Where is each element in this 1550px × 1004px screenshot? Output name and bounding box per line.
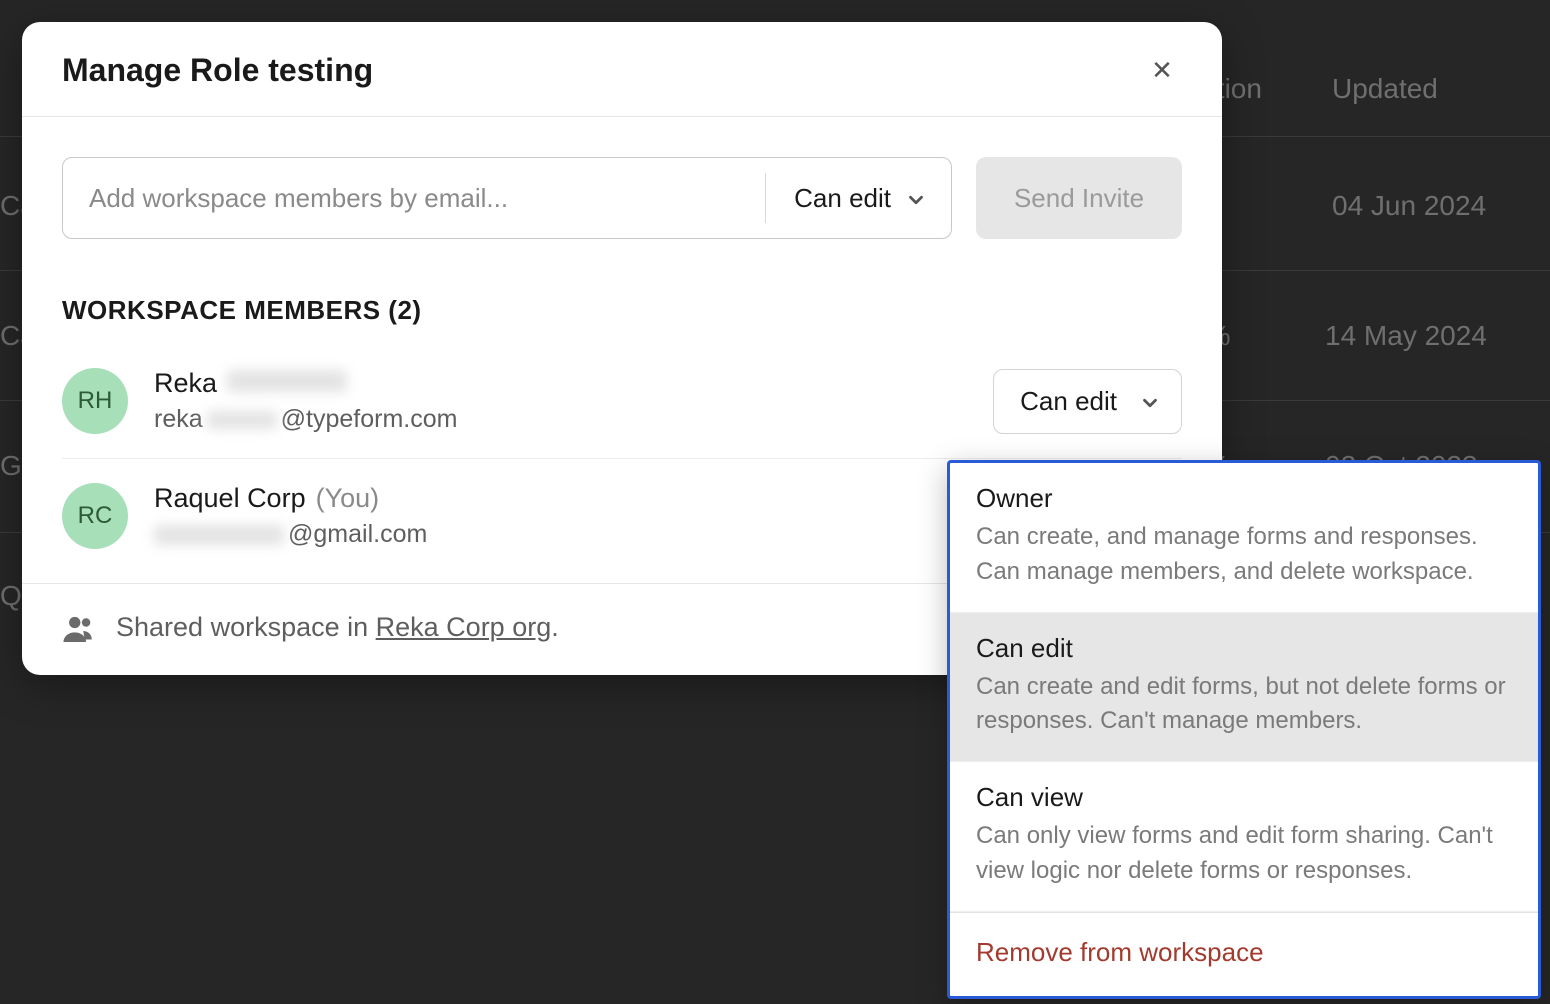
email-suffix: @gmail.com xyxy=(288,520,427,549)
avatar: RC xyxy=(62,483,128,549)
modal-title: Manage Role testing xyxy=(62,52,373,89)
footer-text-after: . xyxy=(551,612,559,642)
role-option-desc: Can create and edit forms, but not delet… xyxy=(976,670,1512,740)
footer-text: Shared workspace in Reka Corp org. xyxy=(116,612,559,643)
remove-from-workspace[interactable]: Remove from workspace xyxy=(950,912,1538,996)
role-option-desc: Can create, and manage forms and respons… xyxy=(976,520,1512,590)
role-option-title: Can view xyxy=(976,782,1512,813)
org-link[interactable]: Reka Corp org xyxy=(376,612,552,642)
member-name-text: Reka xyxy=(154,368,217,399)
redacted-text xyxy=(154,525,284,545)
bg-row-updated: 14 May 2024 xyxy=(1325,320,1487,352)
invite-role-label: Can edit xyxy=(794,183,891,214)
redacted-text xyxy=(227,370,347,392)
chevron-down-icon xyxy=(1139,390,1161,412)
email-prefix: reka xyxy=(154,405,203,434)
column-updated: Updated xyxy=(1332,73,1438,105)
bg-row-updated: 04 Jun 2024 xyxy=(1332,190,1486,222)
close-icon: ✕ xyxy=(1151,55,1173,86)
send-invite-button[interactable]: Send Invite xyxy=(976,157,1182,239)
member-name: Reka xyxy=(154,368,967,399)
role-option-desc: Can only view forms and edit form sharin… xyxy=(976,819,1512,889)
you-tag: (You) xyxy=(316,483,380,514)
avatar: RH xyxy=(62,368,128,434)
invite-role-select[interactable]: Can edit xyxy=(766,158,951,238)
role-option-title: Can edit xyxy=(976,633,1512,664)
chevron-down-icon xyxy=(905,187,927,209)
member-role-select[interactable]: Can edit xyxy=(993,369,1182,434)
members-section-label: WORKSPACE MEMBERS (2) xyxy=(62,295,1182,326)
invite-box: Can edit xyxy=(62,157,952,239)
modal-header: Manage Role testing ✕ xyxy=(22,22,1222,117)
redacted-text xyxy=(207,411,277,429)
role-option-title: Owner xyxy=(976,483,1512,514)
member-role-label: Can edit xyxy=(1020,386,1117,417)
member-name-text: Raquel Corp xyxy=(154,483,306,514)
people-icon xyxy=(62,614,96,642)
invite-row: Can edit Send Invite xyxy=(62,157,1182,239)
invite-email-input[interactable] xyxy=(63,158,765,238)
role-option-can-view[interactable]: Can view Can only view forms and edit fo… xyxy=(950,762,1538,912)
member-email: reka @typeform.com xyxy=(154,405,967,434)
member-row: RH Reka reka @typeform.com Can edit xyxy=(62,344,1182,459)
member-info: Reka reka @typeform.com xyxy=(154,368,967,434)
close-button[interactable]: ✕ xyxy=(1142,50,1182,90)
role-option-can-edit[interactable]: Can edit Can create and edit forms, but … xyxy=(950,613,1538,763)
role-dropdown: Owner Can create, and manage forms and r… xyxy=(947,460,1541,999)
footer-text-before: Shared workspace in xyxy=(116,612,376,642)
email-suffix: @typeform.com xyxy=(281,405,458,434)
role-option-owner[interactable]: Owner Can create, and manage forms and r… xyxy=(950,463,1538,613)
